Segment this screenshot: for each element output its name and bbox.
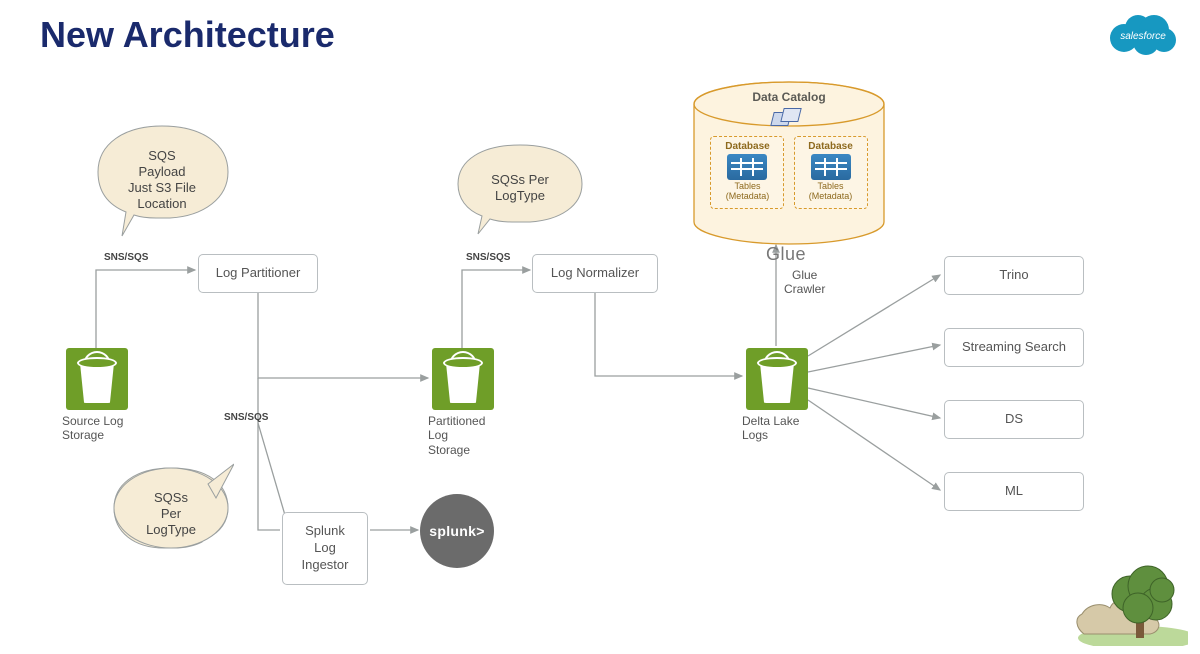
line-label-snssqs-2: SNS/SQS bbox=[466, 252, 510, 263]
glue-data-catalog-title: Data Catalog bbox=[686, 90, 892, 104]
page-title: New Architecture bbox=[40, 14, 335, 56]
bucket-partitioned-log-storage-icon bbox=[432, 348, 494, 410]
glue-table-icon bbox=[727, 154, 767, 180]
line-label-snssqs-1: SNS/SQS bbox=[104, 252, 148, 263]
caption-delta-lake-logs: Delta LakeLogs bbox=[742, 414, 799, 443]
caption-source-log-storage: Source LogStorage bbox=[62, 414, 123, 443]
callout-sqs-payload: SQSPayloadJust S3 FileLocation bbox=[92, 120, 232, 240]
glue-database-right: Database Tables(Metadata) bbox=[794, 136, 868, 209]
glue-catalog-icon bbox=[772, 108, 806, 130]
glue-database-left: Database Tables(Metadata) bbox=[710, 136, 784, 209]
node-log-normalizer: Log Normalizer bbox=[532, 254, 658, 293]
svg-text:salesforce: salesforce bbox=[1120, 31, 1166, 42]
bucket-source-log-storage-icon bbox=[66, 348, 128, 410]
salesforce-logo-icon: salesforce bbox=[1106, 8, 1180, 63]
node-splunk-log-ingestor: Splunk LogIngestor bbox=[282, 512, 368, 585]
callout-sqs-per-logtype-bottom: SQSsPerLogType bbox=[108, 462, 234, 566]
callout-sqs-per-logtype-top: SQSs PerLogType bbox=[452, 140, 588, 236]
bucket-delta-lake-logs-icon bbox=[746, 348, 808, 410]
glue-crawler-label: GlueCrawler bbox=[784, 268, 825, 297]
caption-partitioned-log-storage: PartitionedLogStorage bbox=[428, 414, 485, 457]
node-streaming-search: Streaming Search bbox=[944, 328, 1084, 367]
callout-sqs-payload-text: SQSPayloadJust S3 FileLocation bbox=[118, 140, 206, 221]
callout-sqs-per-logtype-bottom-text: SQSsPerLogType bbox=[136, 482, 206, 547]
glue-data-catalog: Data Catalog Database Tables(Metadata) D… bbox=[686, 80, 892, 209]
decorative-tree-icon bbox=[1058, 516, 1188, 646]
callout-sqs-per-logtype-top-text: SQSs PerLogType bbox=[481, 164, 559, 213]
node-trino: Trino bbox=[944, 256, 1084, 295]
node-ml: ML bbox=[944, 472, 1084, 511]
line-label-snssqs-3: SNS/SQS bbox=[224, 412, 268, 423]
glue-caption: Glue bbox=[766, 244, 806, 265]
node-log-partitioner: Log Partitioner bbox=[198, 254, 318, 293]
node-ds: DS bbox=[944, 400, 1084, 439]
glue-table-icon bbox=[811, 154, 851, 180]
splunk-logo-icon: splunk> bbox=[420, 494, 494, 568]
